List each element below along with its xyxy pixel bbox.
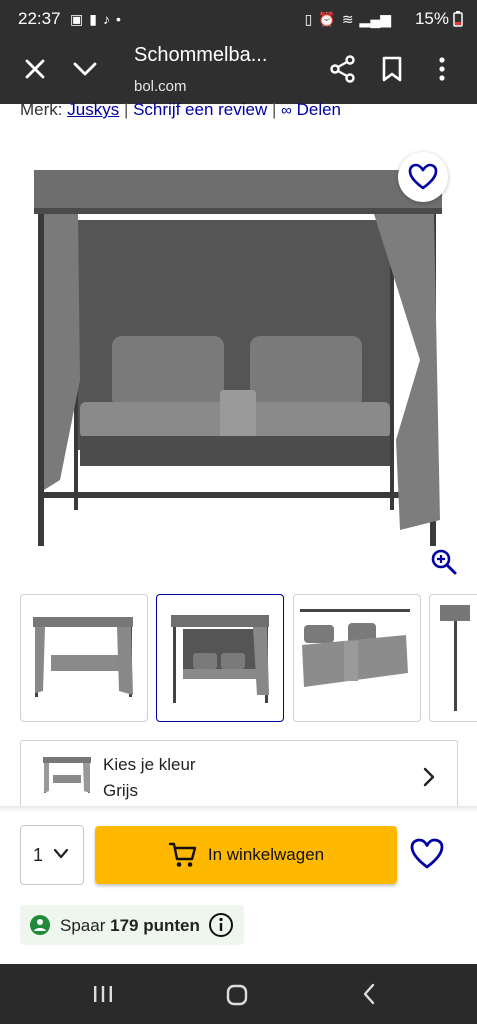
loyalty-points: Spaar 179 punten — [20, 905, 244, 945]
thumbnail-image — [33, 617, 133, 697]
color-selector[interactable]: Kies je kleur Grijs — [20, 740, 458, 810]
heart-icon — [408, 163, 438, 190]
share-link[interactable]: ∞ Delen — [281, 100, 341, 119]
divider — [0, 806, 477, 812]
points-amount: 179 punten — [110, 916, 200, 935]
wifi-icon: ≋ — [341, 11, 354, 27]
product-image[interactable] — [20, 150, 460, 570]
thumbnail-image — [300, 609, 410, 687]
lock-icon: ▯ — [304, 11, 313, 27]
battery-icon — [453, 11, 463, 27]
gallery-icon: ▣ — [70, 11, 84, 27]
color-label: Kies je kleur — [103, 755, 196, 774]
separator: | — [123, 100, 129, 119]
color-value: Grijs — [103, 781, 138, 800]
home-icon[interactable] — [226, 984, 248, 1006]
battery-level: 15% — [414, 9, 449, 28]
tiktok-icon: ♪ — [102, 11, 110, 27]
back-icon[interactable] — [362, 983, 376, 1005]
share-link-label: Delen — [296, 100, 342, 119]
color-thumbnail — [43, 757, 91, 793]
page-domain: bol.com — [134, 78, 187, 95]
quantity-value: 1 — [33, 845, 44, 865]
brand-line: Merk: Juskys | Schrijf een review | ∞ De… — [20, 100, 341, 120]
chevron-right-icon — [423, 767, 435, 787]
cart-icon — [168, 842, 197, 867]
info-icon[interactable] — [208, 912, 234, 938]
heart-icon[interactable] — [410, 838, 444, 870]
system-icons: ▯ ⏰ ≋ ▂▄▆ — [305, 11, 391, 28]
dot-icon: • — [115, 11, 121, 27]
thumbnail-image — [171, 615, 269, 703]
add-to-cart-label: In winkelwagen — [207, 845, 325, 864]
page-title: Schommelba... — [134, 44, 268, 66]
recent-apps-icon[interactable] — [92, 984, 114, 1004]
share-small-icon: ∞ — [281, 102, 292, 119]
quantity-select[interactable]: 1 — [20, 825, 84, 885]
alarm-icon: ⏰ — [318, 11, 336, 27]
separator: | — [272, 100, 277, 119]
battery: 15% — [415, 9, 463, 29]
notification-icons: ▣ ▮ ♪ • — [70, 11, 121, 28]
points-text: Spaar 179 punten — [60, 916, 200, 936]
product-thumbnail[interactable] — [293, 594, 421, 722]
more-options-icon[interactable] — [433, 55, 451, 83]
brand-label: Merk: — [20, 100, 63, 119]
chevron-down-icon[interactable] — [72, 58, 98, 80]
points-prefix: Spaar — [60, 916, 106, 935]
product-thumbnail-selected[interactable] — [156, 594, 284, 722]
status-time: 22:37 — [18, 9, 61, 28]
chevron-down-icon — [53, 848, 69, 859]
close-icon[interactable] — [22, 56, 48, 82]
thumbnail-image — [440, 605, 470, 711]
product-thumbnail[interactable] — [20, 594, 148, 722]
share-icon[interactable] — [330, 55, 356, 83]
notification-icon: ▮ — [89, 11, 97, 27]
write-review-link[interactable]: Schrijf een review — [133, 100, 267, 119]
bookmark-icon[interactable] — [381, 55, 403, 83]
points-icon — [30, 915, 50, 935]
favorite-button[interactable] — [398, 152, 448, 202]
signal-icon: ▂▄▆ — [359, 11, 391, 27]
zoom-icon[interactable] — [430, 548, 458, 576]
system-nav-bar — [0, 964, 477, 1024]
brand-link[interactable]: Juskys — [67, 100, 119, 119]
status-bar: 22:37 ▣ ▮ ♪ • ▯ ⏰ ≋ ▂▄▆ 15% — [0, 0, 477, 38]
product-thumbnail[interactable] — [429, 594, 477, 722]
browser-toolbar: Schommelba... bol.com — [0, 38, 477, 104]
add-to-cart-button[interactable]: In winkelwagen — [95, 826, 397, 884]
